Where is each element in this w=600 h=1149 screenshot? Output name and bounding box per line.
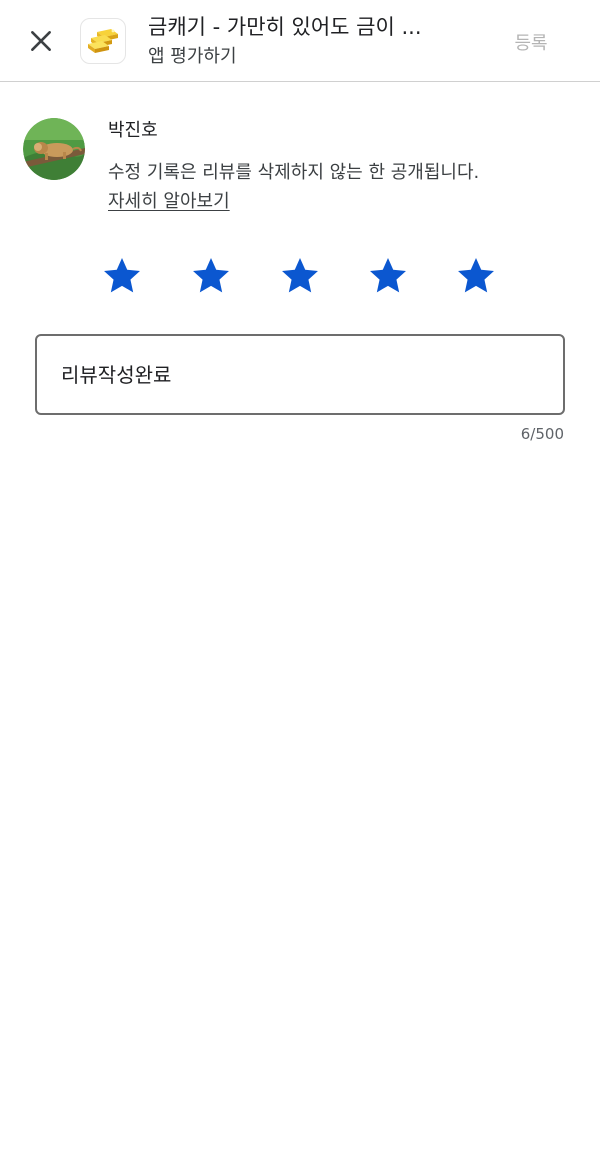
star-icon — [193, 258, 229, 293]
avatar — [23, 118, 85, 180]
edit-history-notice: 수정 기록은 리뷰를 삭제하지 않는 한 공개됩니다. — [108, 162, 480, 183]
app-title: 금캐기 - 가만히 있어도 금이 ... — [148, 15, 422, 39]
star-rating — [0, 250, 600, 302]
star-icon — [370, 258, 406, 293]
page-subtitle: 앱 평가하기 — [148, 46, 237, 67]
star-icon — [458, 258, 494, 293]
app-icon[interactable] — [80, 18, 126, 64]
star-3[interactable] — [274, 250, 326, 302]
close-button[interactable] — [22, 22, 60, 60]
gold-bars-icon — [88, 29, 118, 53]
star-2[interactable] — [185, 250, 237, 302]
close-icon — [31, 31, 51, 51]
star-4[interactable] — [362, 250, 414, 302]
character-counter: 6/500 — [520, 425, 564, 443]
review-input[interactable]: 리뷰작성완료 — [35, 334, 565, 415]
top-app-bar: 금캐기 - 가만히 있어도 금이 ... 앱 평가하기 등록 — [0, 0, 600, 82]
review-input-value: 리뷰작성완료 — [61, 363, 172, 387]
star-5[interactable] — [450, 250, 502, 302]
star-icon — [282, 258, 318, 293]
star-icon — [104, 258, 140, 293]
learn-more-link[interactable]: 자세히 알아보기 — [108, 189, 230, 215]
user-avatar-image — [23, 118, 85, 180]
submit-button[interactable]: 등록 — [498, 22, 564, 62]
user-name: 박진호 — [108, 120, 158, 141]
star-1[interactable] — [96, 250, 148, 302]
